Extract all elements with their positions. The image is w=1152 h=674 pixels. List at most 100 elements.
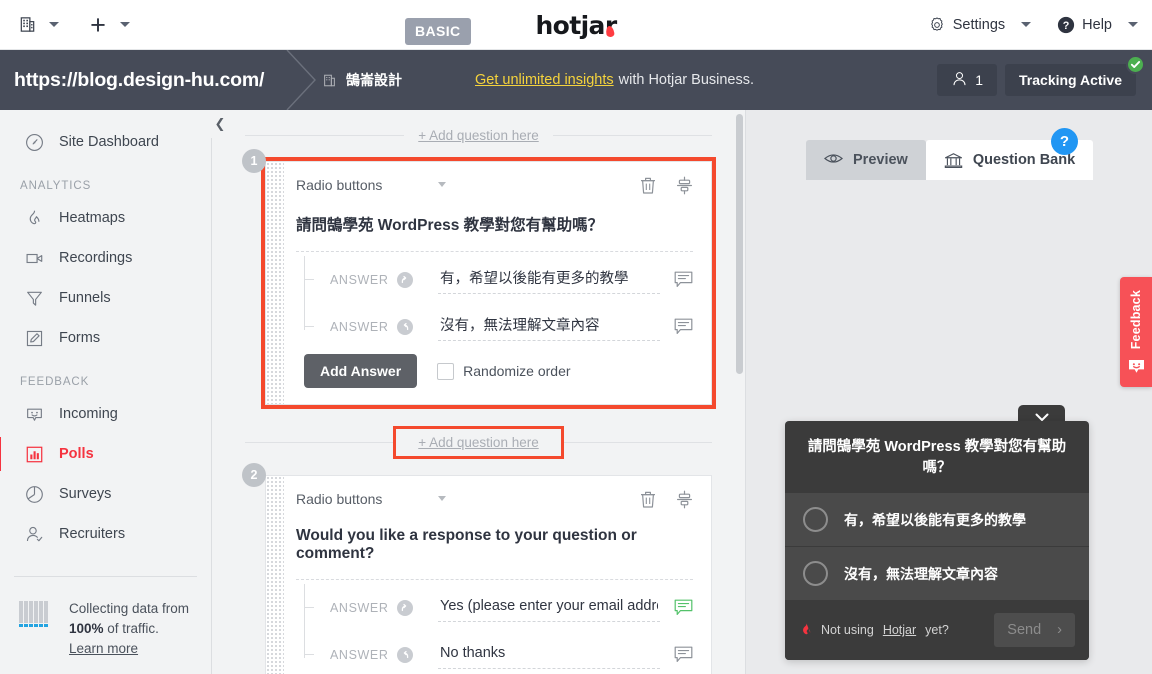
sidebar-item-surveys[interactable]: Surveys [0, 474, 211, 514]
question-title[interactable]: Would you like a response to your questi… [296, 527, 693, 563]
tracking-label: Tracking Active [1019, 72, 1122, 88]
answer-input[interactable] [438, 265, 660, 294]
poll-editor-scroll-content: + Add question here 1 Radio buttons 請問鵠學… [212, 110, 745, 674]
comment-icon[interactable] [674, 271, 693, 288]
trash-icon[interactable] [639, 490, 657, 509]
question-title[interactable]: 請問鵠學苑 WordPress 教學對您有幫助嗎？ [296, 213, 693, 235]
site-bar-right-group: 1 Tracking Active [937, 50, 1145, 110]
bank-icon [944, 152, 963, 169]
randomize-order-toggle[interactable]: Randomize order [437, 362, 571, 380]
hotjar-logo-text: hotjar [535, 11, 617, 40]
sidebar-item-recruiters[interactable]: Recruiters [0, 514, 211, 554]
editor-scrollbar[interactable] [736, 114, 743, 374]
upsell-tail: with Hotjar Business. [618, 72, 755, 88]
comment-icon[interactable] [674, 599, 693, 616]
add-button[interactable]: + [85, 11, 130, 38]
question-type-select[interactable]: Radio buttons [296, 177, 446, 195]
breadcrumb[interactable]: 鵠崙設計 [322, 50, 402, 110]
feedback-tab[interactable]: Feedback [1120, 277, 1152, 387]
add-question-link[interactable]: + Add question here [404, 125, 553, 145]
sidebar-item-forms[interactable]: Forms [0, 318, 211, 358]
sidebar-item-recordings[interactable]: Recordings [0, 238, 211, 278]
add-question-link[interactable]: + Add question here [393, 425, 564, 459]
poll-brand: Not using Hotjar yet? [801, 623, 949, 637]
sidebar-item-label: Recordings [59, 250, 133, 266]
help-badge[interactable]: ? [1051, 128, 1078, 155]
site-switcher-button[interactable] [14, 12, 59, 38]
chevron-down-icon [120, 22, 130, 27]
right-pane: Preview Question Bank ? 請問鵠學苑 WordPress … [745, 110, 1152, 674]
smiley-box-icon [1128, 359, 1145, 374]
question-card-1[interactable]: 1 Radio buttons 請問鵠學苑 WordPress 教學對您有幫助嗎… [232, 149, 716, 409]
chevron-down-icon [438, 496, 446, 501]
poll-option[interactable]: 有，希望以後能有更多的教學 [785, 492, 1089, 546]
help-menu[interactable]: ? Help [1057, 16, 1138, 34]
comment-icon[interactable] [674, 318, 693, 335]
duplicate-icon[interactable] [675, 490, 693, 509]
question-type-value: Radio buttons [296, 176, 383, 193]
add-question-row-top[interactable]: + Add question here [245, 120, 712, 150]
skip-logic-icon[interactable] [396, 599, 414, 617]
trash-icon[interactable] [639, 176, 657, 195]
sidebar-item-label: Recruiters [59, 526, 126, 542]
radio-icon[interactable] [803, 561, 828, 586]
add-question-row-middle[interactable]: + Add question here [245, 425, 712, 459]
skip-logic-icon[interactable] [396, 646, 414, 664]
chevron-down-icon [1128, 22, 1138, 27]
question-card-2[interactable]: 2 Radio buttons Would you like a respons… [232, 463, 712, 674]
poll-send-label: Send [1007, 622, 1042, 638]
poll-brand-prefix: Not using [821, 623, 874, 637]
question-type-select[interactable]: Radio buttons [296, 491, 446, 509]
sidebar-section-feedback: FEEDBACK [20, 376, 90, 388]
question-toolbar: Radio buttons [296, 490, 693, 509]
answer-label: ANSWER [330, 272, 389, 287]
sidebar-item-site-dashboard[interactable]: Site Dashboard [0, 122, 211, 162]
traffic-text: Collecting data from 100% of traffic. Le… [69, 599, 189, 659]
traffic-line1: Collecting data from [69, 601, 190, 616]
settings-menu[interactable]: Settings [928, 16, 1032, 34]
poll-option[interactable]: 沒有，無法理解文章內容 [785, 546, 1089, 600]
tab-preview[interactable]: Preview [806, 140, 926, 180]
drag-handle[interactable] [266, 476, 284, 674]
breadcrumb-label: 鵠崙設計 [346, 72, 402, 88]
answer-label: ANSWER [330, 647, 389, 662]
upsell-link[interactable]: Get unlimited insights [475, 72, 614, 88]
sidebar-collapse-button[interactable]: ❮ [206, 110, 234, 138]
duplicate-icon[interactable] [675, 176, 693, 195]
funnel-icon [24, 288, 45, 309]
user-count-button[interactable]: 1 [937, 64, 998, 96]
learn-more-link[interactable]: Learn more [69, 639, 189, 659]
chevron-left-icon: ❮ [214, 116, 226, 131]
drag-handle[interactable] [266, 162, 284, 404]
user-count-value: 1 [975, 72, 984, 88]
add-answer-button[interactable]: Add Answer [304, 354, 418, 388]
poll-send-button[interactable]: Send › [994, 613, 1075, 647]
comment-icon[interactable] [674, 646, 693, 663]
sidebar-item-funnels[interactable]: Funnels [0, 278, 211, 318]
site-url[interactable]: https://blog.design-hu.com/ [14, 50, 264, 110]
answer-row: ANSWER [304, 584, 693, 631]
answer-input[interactable] [438, 640, 660, 669]
chevron-down-icon [438, 182, 446, 187]
answer-input[interactable] [438, 593, 660, 622]
skip-logic-icon[interactable] [396, 271, 414, 289]
pie-chart-icon [24, 484, 45, 505]
skip-logic-icon[interactable] [396, 318, 414, 336]
sidebar-item-polls[interactable]: Polls [0, 434, 211, 474]
answer-row: ANSWER [304, 303, 693, 350]
sidebar-item-heatmaps[interactable]: Heatmaps [0, 198, 211, 238]
radio-icon[interactable] [803, 507, 828, 532]
answers-area: ANSWER ANSWER [296, 251, 693, 388]
sidebar: Site Dashboard ANALYTICS Heatmaps Record… [0, 110, 212, 674]
question-toolbar: Radio buttons [296, 176, 693, 195]
tracking-status-button[interactable]: Tracking Active [1005, 55, 1145, 96]
randomize-checkbox[interactable] [437, 362, 455, 380]
answers-footer: Add Answer Randomize order [296, 354, 693, 388]
sidebar-item-incoming[interactable]: Incoming [0, 394, 211, 434]
question-number: 2 [242, 463, 266, 487]
answer-input[interactable] [438, 312, 660, 341]
poll-brand-name[interactable]: Hotjar [883, 623, 916, 637]
traffic-info: Collecting data from 100% of traffic. Le… [0, 577, 211, 659]
flame-icon [24, 208, 45, 229]
breadcrumb-separator-icon [285, 50, 321, 110]
